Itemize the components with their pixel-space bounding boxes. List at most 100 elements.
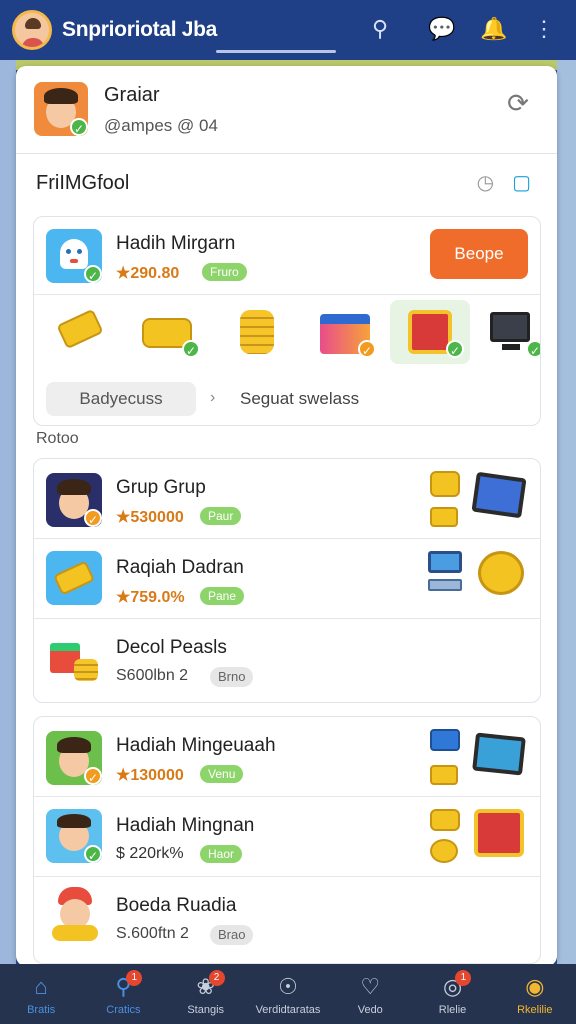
more-icon[interactable]: ⋮ [530,15,558,43]
nav-label: Rlelie [438,1004,467,1016]
item-sub: S.600ftn 2 [116,925,189,942]
list-item[interactable]: Raqiah Dadran ★759.0% Pane [34,539,540,619]
nav-label: Verdidtaratas [255,1004,321,1016]
user-avatar[interactable] [12,10,52,50]
title-underline [216,50,336,53]
featured-action-button[interactable]: Beope [430,229,528,279]
coin-stack-item[interactable] [218,300,298,364]
ghost-app-icon: ✓ [46,229,102,283]
compass-icon: ☉ [278,974,298,999]
item-sub: S600lbn 2 [116,667,189,684]
verified-icon: ✓ [358,340,376,358]
nav-label: Bratis [27,1004,56,1016]
monitor-item[interactable]: ✓ [472,300,540,364]
search-icon[interactable]: ⚲ [366,15,394,43]
featured-row[interactable]: ✓ Hadih Mirgarn ★290.80 Fruro Beope [34,217,540,295]
item-price: ★759.0% [116,589,185,606]
item-title: Decol Peasls [116,637,227,658]
bg-right-edge [557,60,576,964]
user-avatar-icon: ✓ [46,473,102,527]
item-tag: Brno [210,667,254,687]
verified-icon: ✓ [84,845,102,863]
home-icon: ⌂ [34,974,48,999]
filter-option[interactable]: Seguat swelass [240,389,359,409]
profile-icon: ◉ [525,974,545,999]
nav-badge: 1 [455,970,472,986]
nav-badge: 1 [126,970,143,986]
nav-target[interactable]: 1 ◎ Rlelie [411,964,493,1024]
bg-left-edge [0,60,16,964]
item-price: $ 220rk% [116,845,184,862]
list-item[interactable]: Decol Peasls S600lbn 2 Brno [34,619,540,699]
nav-search[interactable]: 1 ⚲ Cratics [82,964,164,1024]
item-pill: Paur [200,507,242,525]
verified-icon: ✓ [182,340,200,358]
reward-items: ✓ ✓ ✓ ✓ [34,296,540,368]
item-price: ★130000 [116,767,184,784]
nav-profile[interactable]: ◉ Rkelilie [494,964,576,1024]
verified-icon: ✓ [70,118,88,136]
nav-home[interactable]: ⌂ Bratis [0,964,82,1024]
item-title: Hadiah Mingnan [116,815,255,836]
chat-icon[interactable]: 💬 [428,15,456,43]
refresh-icon[interactable]: ⟳ [501,88,535,128]
bag-icon[interactable]: ▢ [512,170,531,195]
gold-bars-item[interactable]: ✓ [128,300,208,364]
monitor-icon [472,732,526,776]
bottom-nav: ⌂ Bratis 1 ⚲ Cratics 2 ❀ Stangis ☉ Verdi… [0,964,576,1024]
nav-explore[interactable]: ☉ Verdidtaratas [247,964,329,1024]
featured-pill: Fruro [202,263,247,281]
item-pill: Venu [200,765,244,783]
list-item[interactable]: ✓ Grup Grup ★530000 Paur [34,459,540,539]
gold-app-icon [46,551,102,605]
nav-favorites[interactable]: ♡ Vedo [329,964,411,1024]
item-title: Hadiah Mingeuaah [116,735,276,756]
treasure-icon [474,809,524,857]
coin-icon [430,839,458,863]
item-title: Boeda Ruadia [116,895,237,916]
list-item[interactable]: ✓ Hadiah Mingeuaah ★130000 Venu [34,717,540,797]
filter-chip[interactable]: Badyecuss [46,382,196,416]
gold-icon [430,809,460,831]
gift-box-item[interactable]: ✓ [306,300,386,364]
heart-icon: ♡ [360,974,381,999]
verified-icon: ✓ [84,767,102,785]
nav-groups[interactable]: 2 ❀ Stangis [165,964,247,1024]
list-item[interactable]: Boeda Ruadia S.600ftn 2 Brao [34,877,540,957]
featured-price: ★290.80 [116,265,180,282]
main-panel: ✓ Graiar @ampes @ 04 ⟳ FriIMGfool ◷ ▢ ✓ … [16,66,557,966]
nav-label: Stangis [187,1004,225,1016]
gold-icon [430,471,460,497]
reward-list-2: ✓ Hadiah Mingeuaah ★130000 Venu ✓ Hadiah… [33,716,541,964]
nav-label: Vedo [357,1004,383,1016]
list-label: Rotoo [36,430,79,447]
keyboard-icon [428,579,462,591]
verified-icon: ✓ [446,340,464,358]
gold-bar-icon [430,765,458,785]
verified-icon: ✓ [84,265,102,283]
reward-list-1: ✓ Grup Grup ★530000 Paur Raqiah Dadran ★… [33,458,541,703]
tablet-icon [471,471,527,519]
blue-box-icon [430,729,460,751]
list-item[interactable]: ✓ Hadiah Mingnan $ 220rk% Haor [34,797,540,877]
laptop-icon [428,551,462,573]
top-bar: Snprioriotal Jba ⚲ 💬 🔔 ⋮ [0,0,576,60]
profile-sub: @ampes @ 04 [104,116,218,135]
clock-icon[interactable]: ◷ [477,170,494,195]
notification-icon[interactable]: 🔔 [480,15,508,43]
chevron-right-icon: › [210,389,216,406]
verified-icon: ✓ [84,509,102,527]
profile-header: ✓ Graiar @ampes @ 04 ⟳ [16,66,557,154]
item-pill: Haor [200,845,243,863]
gift-stack-icon [50,633,100,683]
profile-name: Graiar [104,84,160,106]
gold-bar-item[interactable] [40,300,120,364]
nav-badge: 2 [208,970,225,986]
featured-title: Hadih Mirgarn [116,233,236,254]
item-price: ★530000 [116,509,184,526]
user-avatar-icon: ✓ [46,809,102,863]
nav-label: Rkelilie [517,1004,553,1016]
profile-avatar[interactable]: ✓ [34,82,88,136]
red-box-item[interactable]: ✓ [390,300,470,364]
item-title: Raqiah Dadran [116,557,244,578]
